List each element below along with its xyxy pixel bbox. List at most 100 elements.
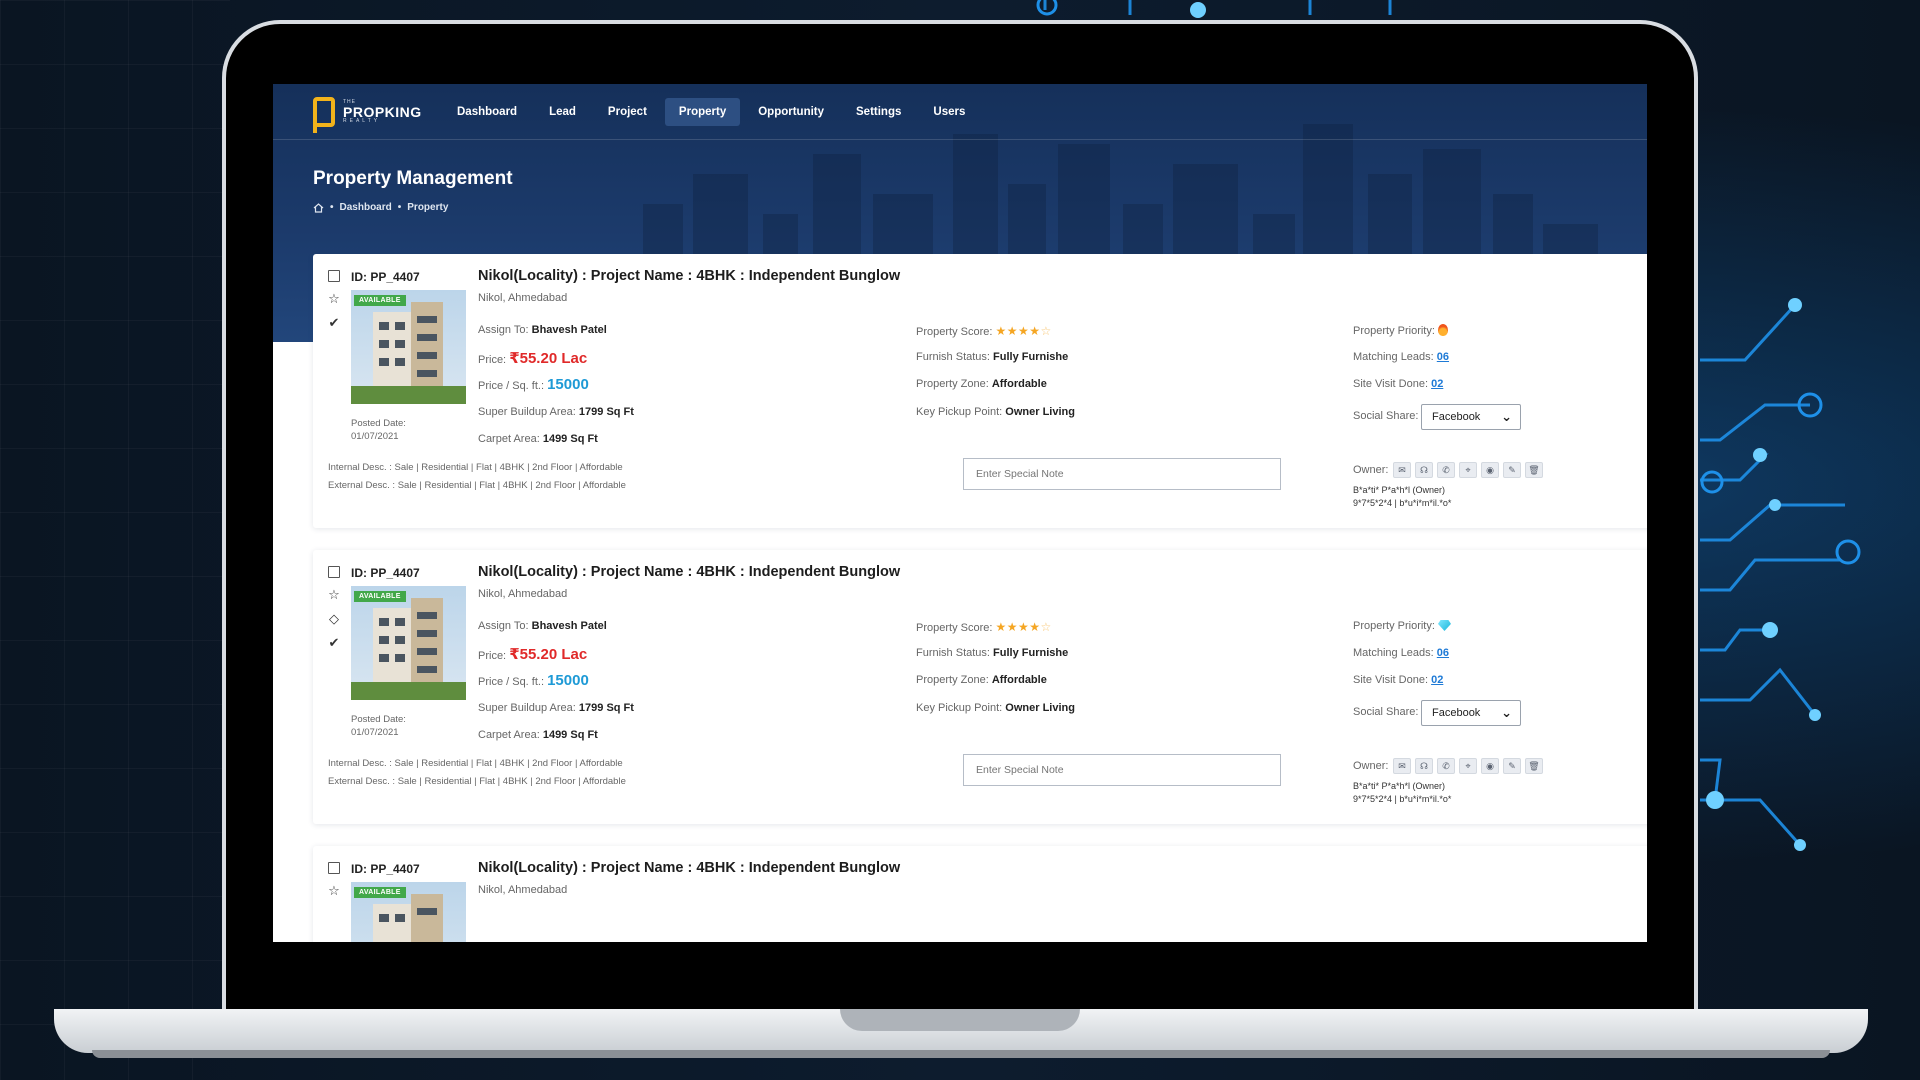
select-checkbox[interactable] (328, 270, 340, 282)
special-note-input[interactable] (963, 458, 1281, 490)
star-outline-icon[interactable]: ☆ (327, 292, 341, 306)
matching-leads-link[interactable]: 06 (1437, 647, 1449, 659)
property-title[interactable]: Nikol(Locality) : Project Name : 4BHK : … (478, 564, 900, 580)
top-navbar: THE PROPKING REALTY Dashboard Lead Proje… (273, 84, 1647, 140)
price-label: Price: (478, 650, 507, 662)
super-buildup-value: 1799 Sq Ft (578, 406, 634, 418)
key-pickup-value: Owner Living (1005, 702, 1075, 714)
property-title[interactable]: Nikol(Locality) : Project Name : 4BHK : … (478, 860, 900, 876)
availability-badge: AVAILABLE (354, 591, 406, 602)
laptop-base-shadow (92, 1050, 1830, 1058)
super-buildup-value: 1799 Sq Ft (578, 702, 634, 714)
price-per-sqft-value: 15000 (547, 672, 589, 689)
check-icon[interactable]: ✔ (327, 316, 341, 330)
edit-icon[interactable]: ✎ (1503, 758, 1521, 774)
owner-label: Owner: (1353, 464, 1389, 476)
site-visit-link[interactable]: 02 (1431, 674, 1443, 686)
nav-item-users[interactable]: Users (919, 98, 979, 126)
select-checkbox[interactable] (328, 862, 340, 874)
property-location: Nikol, Ahmedabad (478, 884, 568, 896)
property-id: ID: PP_4407 (351, 862, 420, 876)
nav-item-lead[interactable]: Lead (535, 98, 590, 126)
owner-name: B*a*ti* P*a*h*l (Owner) (1353, 485, 1446, 495)
brand-logo[interactable]: THE PROPKING REALTY (313, 96, 433, 133)
app-screen: THE PROPKING REALTY Dashboard Lead Proje… (273, 84, 1647, 942)
property-zone-label: Property Zone: (916, 378, 989, 390)
headset-icon[interactable]: ☊ (1415, 462, 1433, 478)
matching-leads-label: Matching Leads: (1353, 647, 1434, 659)
property-card: ☆ ◇ ✔ ID: PP_4407 AVAILABLE Posted Date:… (313, 550, 1647, 824)
trash-icon[interactable]: 🗑 (1525, 462, 1543, 478)
breadcrumb-dashboard[interactable]: Dashboard (340, 202, 392, 213)
eye-icon[interactable]: ◉ (1481, 758, 1499, 774)
owner-contact: 9*7*5*2*4 | b*u*i*m*il.*o* (1353, 794, 1452, 804)
property-priority-label: Property Priority: (1353, 325, 1435, 337)
trash-icon[interactable]: 🗑 (1525, 758, 1543, 774)
external-desc-value: Sale | Residential | Flat | 4BHK | 2nd F… (397, 776, 626, 787)
nav-item-opportunity[interactable]: Opportunity (744, 98, 838, 126)
special-note-input[interactable] (963, 754, 1281, 786)
property-zone-label: Property Zone: (916, 674, 989, 686)
whatsapp-icon[interactable]: ✆ (1437, 462, 1455, 478)
eye-icon[interactable]: ◉ (1481, 462, 1499, 478)
property-card: ☆ ID: PP_4407 AVAILABLE Nikol(Locality) … (313, 846, 1647, 942)
nav-item-dashboard[interactable]: Dashboard (443, 98, 531, 126)
nav-item-property[interactable]: Property (664, 97, 741, 126)
nav-item-settings[interactable]: Settings (842, 98, 915, 126)
key-pickup-value: Owner Living (1005, 406, 1075, 418)
matching-leads-link[interactable]: 06 (1437, 351, 1449, 363)
mail-icon[interactable]: ✉ (1393, 758, 1411, 774)
posted-date-value: 01/07/2021 (351, 431, 399, 442)
diamond-outline-icon[interactable]: ◇ (327, 612, 341, 626)
social-share-select[interactable]: Facebook ⌄ (1421, 404, 1521, 430)
furnish-status-label: Furnish Status: (916, 351, 990, 363)
check-icon[interactable]: ✔ (327, 636, 341, 650)
external-desc-label: External Desc. : (328, 480, 396, 491)
social-share-label: Social Share: (1353, 706, 1419, 718)
laptop-notch (840, 1009, 1080, 1031)
owner-actions: ✉ ☊ ✆ ⌖ ◉ ✎ 🗑 (1393, 758, 1543, 774)
property-card: ☆ ✔ ID: PP_4407 AVAILABLE Posted Date: 0… (313, 254, 1647, 528)
carpet-area-label: Carpet Area: (478, 729, 540, 741)
whatsapp-icon[interactable]: ✆ (1437, 758, 1455, 774)
location-pin-icon[interactable]: ⌖ (1459, 758, 1477, 774)
property-score-label: Property Score: (916, 622, 993, 634)
building-image (351, 598, 466, 700)
assign-to-value: Bhavesh Patel (531, 620, 607, 632)
location-pin-icon[interactable]: ⌖ (1459, 462, 1477, 478)
page-title: Property Management (313, 168, 513, 189)
key-pickup-label: Key Pickup Point: (916, 702, 1003, 714)
home-icon[interactable] (313, 202, 324, 213)
property-id: ID: PP_4407 (351, 270, 420, 284)
furnish-status-label: Furnish Status: (916, 647, 990, 659)
star-outline-icon[interactable]: ☆ (327, 884, 341, 898)
posted-date-label: Posted Date: (351, 714, 406, 725)
property-zone-value: Affordable (991, 674, 1047, 686)
availability-badge: AVAILABLE (354, 295, 406, 306)
key-pickup-label: Key Pickup Point: (916, 406, 1003, 418)
site-visit-link[interactable]: 02 (1431, 378, 1443, 390)
nav-item-project[interactable]: Project (594, 98, 661, 126)
breadcrumb: • Dashboard • Property (313, 202, 448, 213)
rating-stars: ★★★★☆ (995, 324, 1052, 338)
site-visit-label: Site Visit Done: (1353, 378, 1429, 390)
property-thumbnail[interactable]: AVAILABLE (351, 882, 466, 942)
star-outline-icon[interactable]: ☆ (327, 588, 341, 602)
internal-desc-label: Internal Desc. : (328, 462, 392, 473)
availability-badge: AVAILABLE (354, 887, 406, 898)
social-share-label: Social Share: (1353, 410, 1419, 422)
property-thumbnail[interactable]: AVAILABLE (351, 586, 466, 700)
super-buildup-label: Super Buildup Area: (478, 702, 576, 714)
mail-icon[interactable]: ✉ (1393, 462, 1411, 478)
property-location: Nikol, Ahmedabad (478, 292, 568, 304)
owner-contact: 9*7*5*2*4 | b*u*i*m*il.*o* (1353, 498, 1452, 508)
headset-icon[interactable]: ☊ (1415, 758, 1433, 774)
property-thumbnail[interactable]: AVAILABLE (351, 290, 466, 404)
property-title[interactable]: Nikol(Locality) : Project Name : 4BHK : … (478, 268, 900, 284)
social-share-select[interactable]: Facebook ⌄ (1421, 700, 1521, 726)
external-desc-label: External Desc. : (328, 776, 396, 787)
price-value: ₹55.20 Lac (509, 350, 588, 367)
logo-name: PROPKING (343, 103, 422, 120)
select-checkbox[interactable] (328, 566, 340, 578)
edit-icon[interactable]: ✎ (1503, 462, 1521, 478)
